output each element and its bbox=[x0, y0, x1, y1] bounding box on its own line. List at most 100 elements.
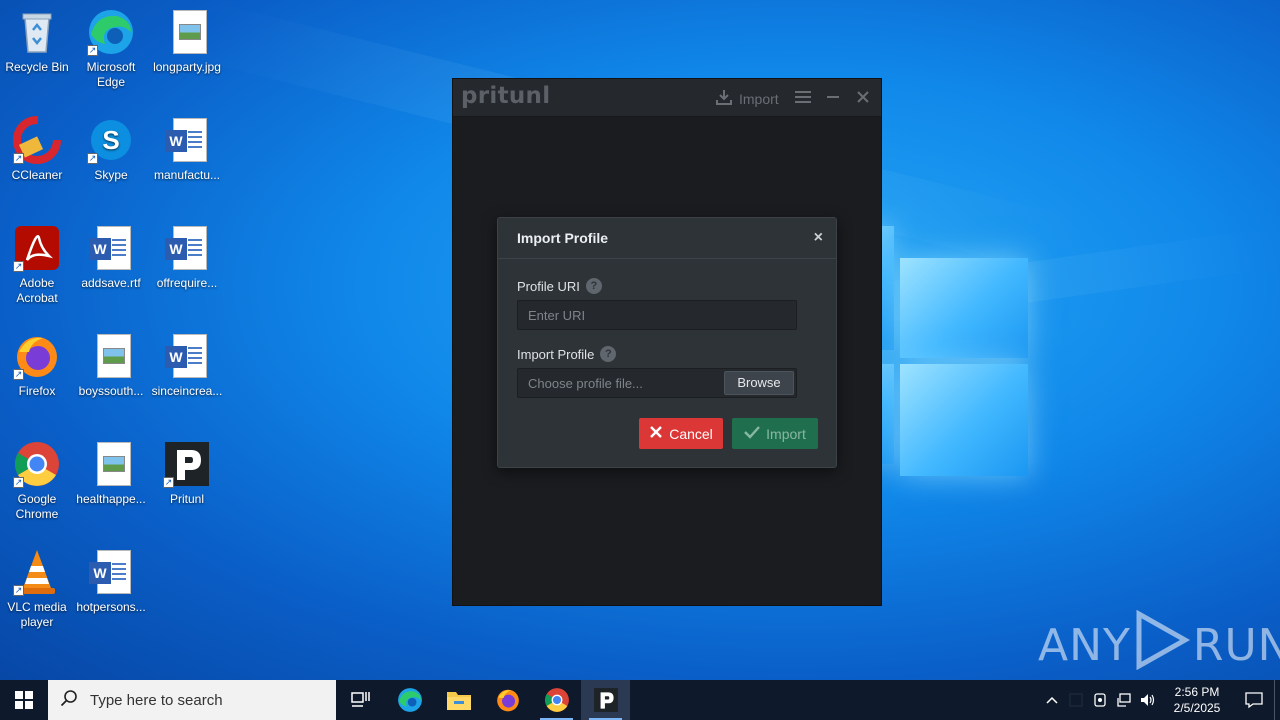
word-document-icon: W bbox=[163, 332, 211, 380]
close-icon bbox=[649, 425, 663, 442]
help-icon[interactable]: ? bbox=[600, 346, 617, 362]
app-titlebar[interactable]: pritunl Import bbox=[453, 79, 881, 117]
edge-icon bbox=[397, 688, 422, 712]
desktop-icon-addsave[interactable]: W addsave.rtf bbox=[74, 224, 148, 291]
desktop-icon-label: Google Chrome bbox=[15, 492, 59, 521]
word-document-icon: W bbox=[87, 224, 135, 272]
desktop-icon-label: addsave.rtf bbox=[81, 276, 141, 290]
desktop-icon-manufactu[interactable]: W manufactu... bbox=[150, 116, 224, 183]
desktop-icon-microsoft-edge[interactable]: ↗ Microsoft Edge bbox=[74, 8, 148, 90]
chevron-up-icon[interactable] bbox=[1040, 680, 1064, 720]
import-button[interactable]: Import bbox=[732, 418, 818, 449]
import-profile-dialog: Import Profile × Profile URI ? Import Pr… bbox=[497, 217, 837, 468]
file-explorer-icon bbox=[446, 692, 471, 710]
desktop-icon-sinceincrea[interactable]: W sinceincrea... bbox=[150, 332, 224, 399]
toolbar-import-button[interactable]: Import bbox=[715, 88, 779, 109]
download-icon bbox=[715, 88, 733, 109]
chrome-icon bbox=[544, 688, 569, 712]
import-profile-label-row: Import Profile ? bbox=[517, 346, 617, 362]
shortcut-arrow-icon: ↗ bbox=[13, 477, 24, 488]
watermark-left-text: ANY bbox=[1038, 620, 1131, 671]
desktop-icon-skype[interactable]: S ↗ Skype bbox=[74, 116, 148, 183]
desktop-icon-label: hotpersons... bbox=[76, 600, 146, 614]
desktop-icon-label: offrequire... bbox=[156, 276, 218, 290]
app-brand: pritunl bbox=[461, 83, 551, 109]
svg-text:S: S bbox=[102, 125, 119, 155]
system-tray: 2:56 PM 2/5/2025 bbox=[1040, 680, 1280, 720]
cancel-label: Cancel bbox=[669, 425, 713, 442]
desktop-icon-longparty[interactable]: longparty.jpg bbox=[150, 8, 224, 75]
desktop-icon-label: manufactu... bbox=[153, 168, 221, 182]
taskbar-chrome[interactable] bbox=[532, 680, 581, 720]
network-icon[interactable] bbox=[1112, 680, 1136, 720]
skype-icon: S ↗ bbox=[87, 116, 135, 164]
image-file-icon bbox=[163, 8, 211, 56]
browse-button[interactable]: Browse bbox=[724, 371, 794, 395]
dialog-close-button[interactable]: × bbox=[814, 229, 823, 247]
taskbar-file-explorer[interactable] bbox=[434, 680, 483, 720]
desktop-icon-label: Microsoft Edge bbox=[86, 60, 136, 89]
play-icon bbox=[1133, 609, 1191, 680]
notification-center-button[interactable] bbox=[1234, 680, 1274, 720]
desktop-icon-firefox[interactable]: ↗ Firefox bbox=[0, 332, 74, 399]
desktop-icon-label: CCleaner bbox=[11, 168, 63, 182]
menu-icon[interactable] bbox=[793, 87, 813, 107]
taskbar-firefox[interactable] bbox=[483, 680, 532, 720]
task-view-icon bbox=[350, 692, 370, 707]
taskbar-edge[interactable] bbox=[385, 680, 434, 720]
desktop-icon-label: Firefox bbox=[18, 384, 56, 398]
desktop-icon-label: Skype bbox=[94, 168, 128, 182]
shortcut-arrow-icon: ↗ bbox=[13, 369, 24, 380]
desktop-icon-recycle-bin[interactable]: Recycle Bin bbox=[0, 8, 74, 75]
taskbar-pritunl[interactable] bbox=[581, 680, 630, 720]
shortcut-arrow-icon: ↗ bbox=[87, 45, 98, 56]
desktop-icon-pritunl[interactable]: ↗ Pritunl bbox=[150, 440, 224, 507]
ccleaner-icon: ↗ bbox=[13, 116, 61, 164]
vlc-icon: ↗ bbox=[13, 548, 61, 596]
taskbar: Type here to search 2:56 PM 2/5/2025 bbox=[0, 680, 1280, 720]
tray-app-icon[interactable] bbox=[1064, 680, 1088, 720]
image-file-icon bbox=[87, 332, 135, 380]
desktop-icon-offrequire[interactable]: W offrequire... bbox=[150, 224, 224, 291]
dialog-header: Import Profile × bbox=[498, 218, 836, 259]
profile-uri-input[interactable] bbox=[517, 300, 797, 330]
tray-device-icon[interactable] bbox=[1088, 680, 1112, 720]
desktop-icon-boyssouth[interactable]: boyssouth... bbox=[74, 332, 148, 399]
desktop-icon-hotpersons[interactable]: W hotpersons... bbox=[74, 548, 148, 615]
profile-uri-label: Profile URI bbox=[517, 278, 580, 294]
taskbar-clock[interactable]: 2:56 PM 2/5/2025 bbox=[1160, 684, 1234, 716]
word-document-icon: W bbox=[87, 548, 135, 596]
desktop-icon-healthappe[interactable]: healthappe... bbox=[74, 440, 148, 507]
profile-file-input[interactable]: Choose profile file... Browse bbox=[517, 368, 797, 398]
desktop-icon-label: healthappe... bbox=[76, 492, 146, 506]
task-view-button[interactable] bbox=[336, 680, 385, 720]
volume-icon[interactable] bbox=[1136, 680, 1160, 720]
close-icon[interactable] bbox=[853, 87, 873, 107]
desktop-icon-label: VLC media player bbox=[7, 600, 67, 629]
dialog-title: Import Profile bbox=[517, 230, 609, 246]
start-button[interactable] bbox=[0, 680, 48, 720]
windows-icon bbox=[15, 691, 33, 709]
firefox-icon: ↗ bbox=[13, 332, 61, 380]
notification-icon bbox=[1245, 692, 1263, 709]
recycle-bin-icon bbox=[13, 8, 61, 56]
watermark-right-text: RUN bbox=[1192, 620, 1280, 671]
search-icon bbox=[60, 689, 78, 711]
shortcut-arrow-icon: ↗ bbox=[13, 153, 24, 164]
minimize-icon[interactable] bbox=[823, 87, 843, 107]
help-icon[interactable]: ? bbox=[585, 278, 602, 294]
shortcut-arrow-icon: ↗ bbox=[13, 261, 24, 272]
word-document-icon: W bbox=[163, 224, 211, 272]
desktop-icon-vlc[interactable]: ↗ VLC media player bbox=[0, 548, 74, 630]
desktop-icon-google-chrome[interactable]: ↗ Google Chrome bbox=[0, 440, 74, 522]
desktop-icon-adobe-acrobat[interactable]: ↗ Adobe Acrobat bbox=[0, 224, 74, 306]
taskbar-search-box[interactable]: Type here to search bbox=[48, 680, 336, 720]
clock-time: 2:56 PM bbox=[1174, 685, 1220, 699]
desktop-icon-ccleaner[interactable]: ↗ CCleaner bbox=[0, 116, 74, 183]
shortcut-arrow-icon: ↗ bbox=[87, 153, 98, 164]
checkmark-icon bbox=[744, 425, 761, 442]
show-desktop-button[interactable] bbox=[1274, 680, 1280, 720]
cancel-button[interactable]: Cancel bbox=[639, 418, 723, 449]
import-profile-label: Import Profile bbox=[517, 346, 595, 362]
profile-file-placeholder: Choose profile file... bbox=[528, 376, 643, 391]
